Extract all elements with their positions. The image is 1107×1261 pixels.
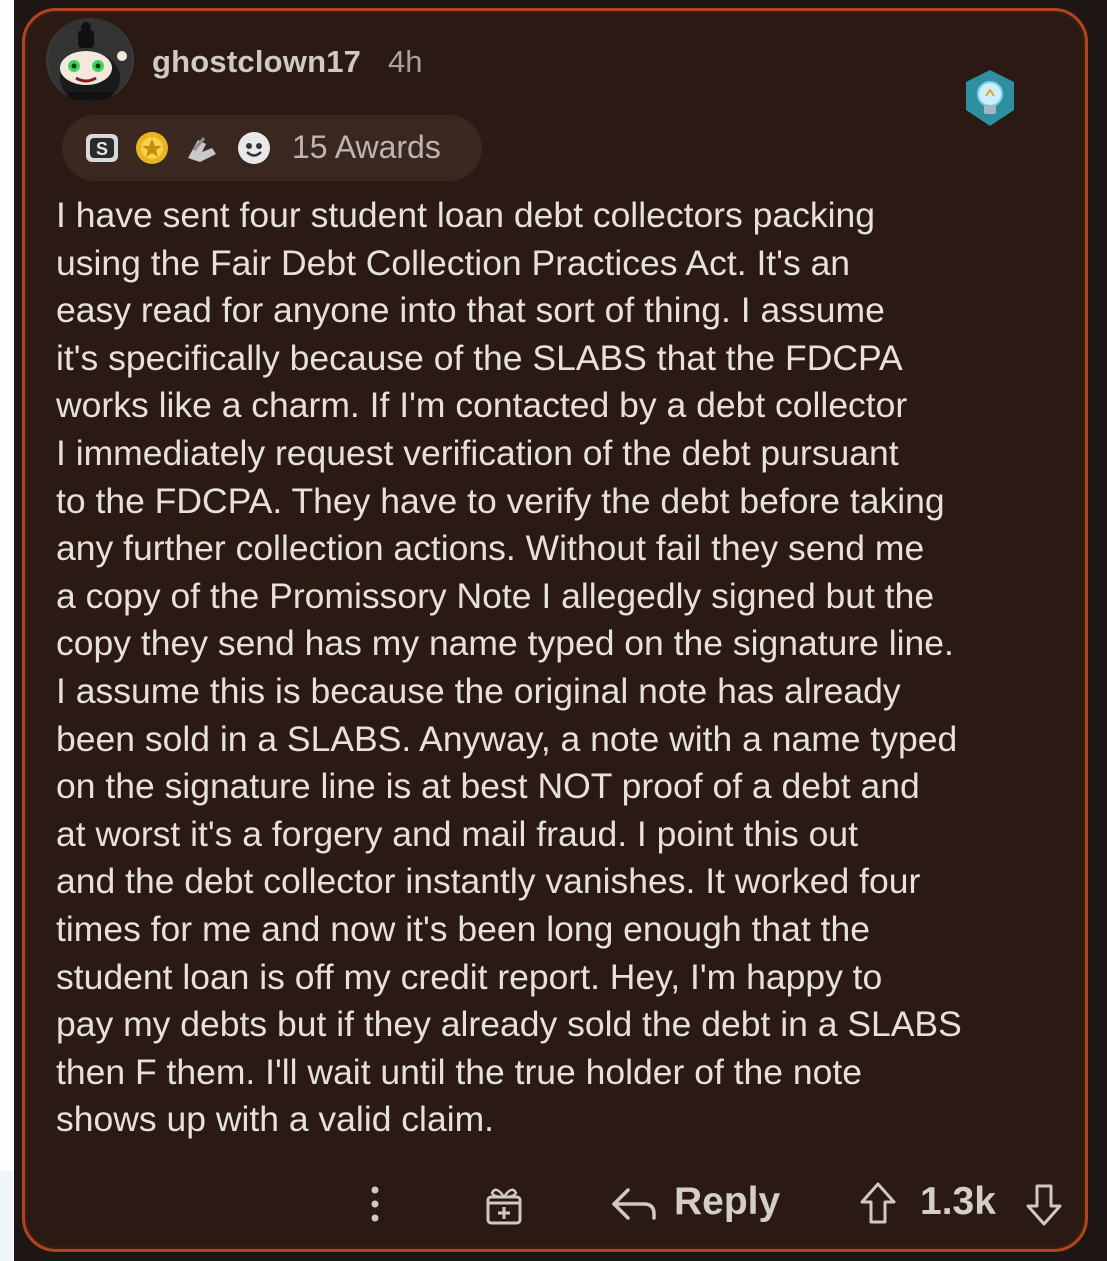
reply-button[interactable]: Reply — [674, 1180, 780, 1224]
gold-award-icon — [136, 132, 168, 164]
lightbulb-icon — [966, 70, 1014, 126]
downvote-icon[interactable] — [1024, 1182, 1064, 1228]
page-margin — [0, 0, 14, 1261]
timestamp: 4h — [388, 44, 423, 79]
username[interactable]: ghostclown17 — [152, 44, 361, 80]
svg-text:S: S — [96, 139, 108, 159]
awards-count[interactable]: 15 Awards — [292, 129, 441, 166]
wholesome-award-icon — [238, 132, 270, 164]
comment-body: I have sent four student loan debt colle… — [56, 195, 962, 1140]
avatar[interactable] — [46, 18, 134, 102]
vote-score: 1.3k — [920, 1180, 996, 1223]
more-options-icon[interactable] — [360, 1182, 390, 1226]
silver-award-icon: S — [86, 134, 118, 162]
gift-award-icon[interactable] — [484, 1183, 524, 1227]
upvote-icon[interactable] — [858, 1180, 898, 1226]
reply-arrow-icon[interactable] — [610, 1186, 658, 1222]
helpful-hands-award-icon — [188, 137, 216, 162]
